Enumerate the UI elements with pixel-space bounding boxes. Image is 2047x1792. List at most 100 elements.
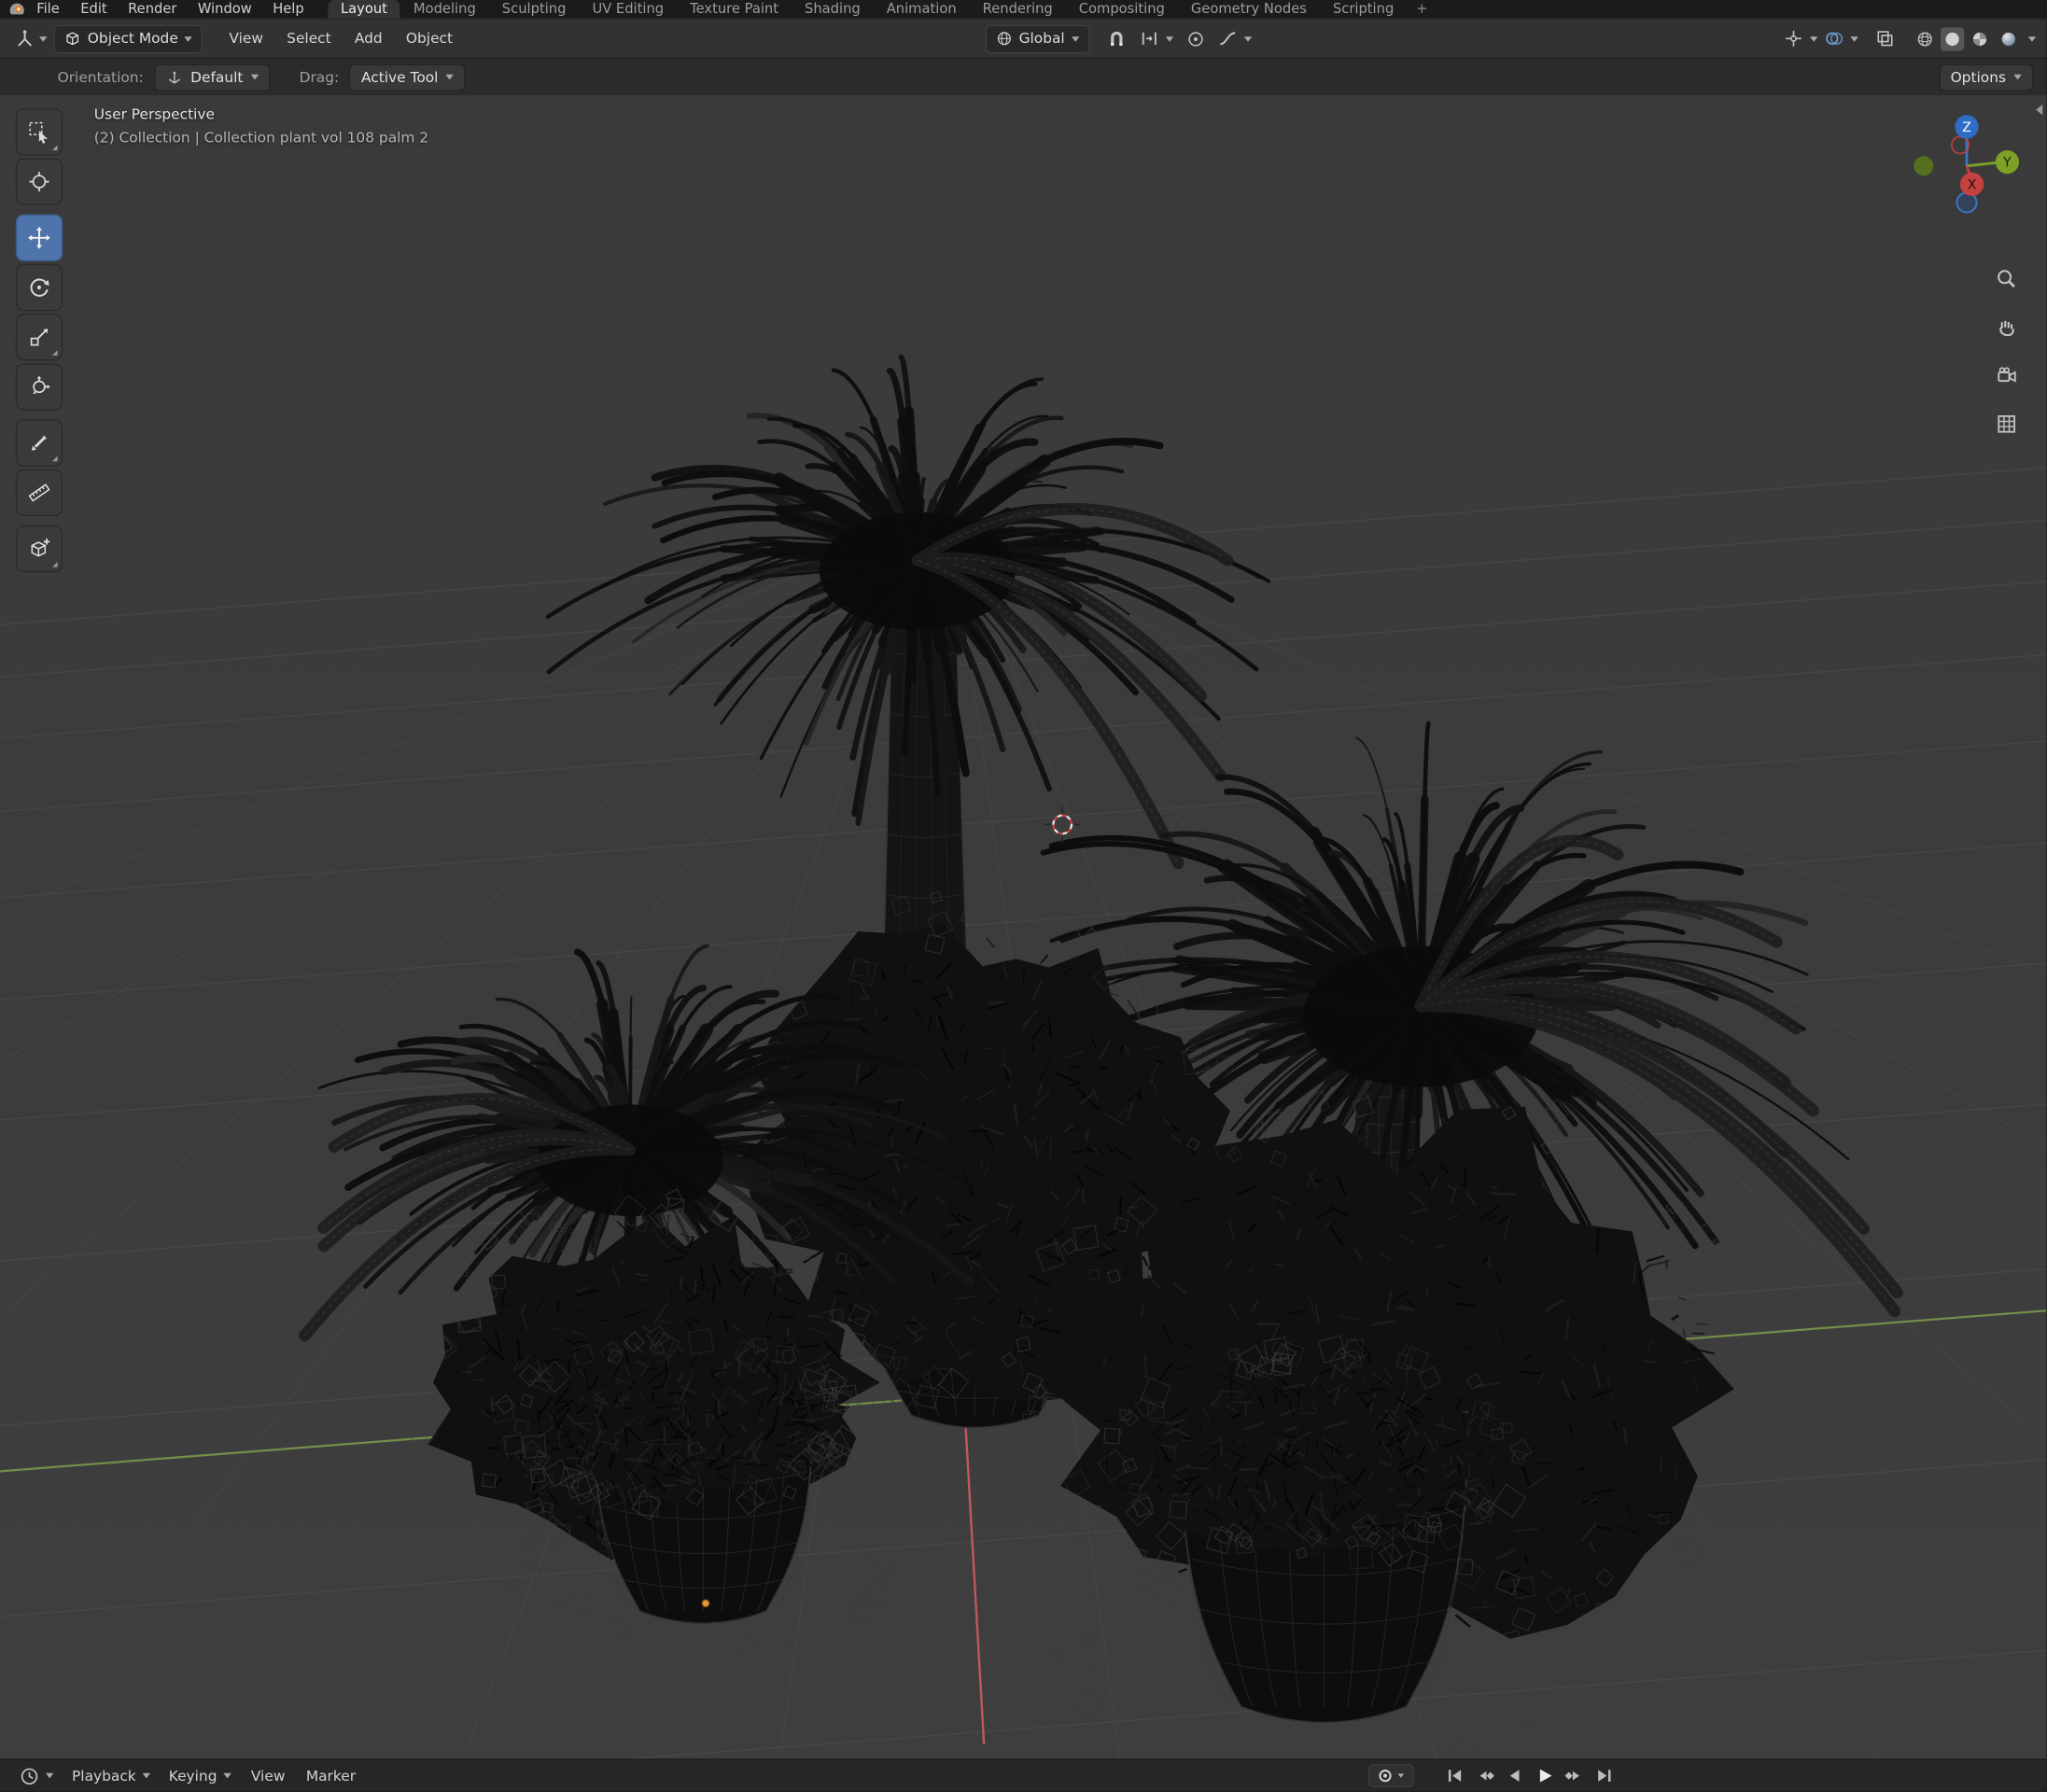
tool-select-box[interactable] (15, 108, 63, 156)
proportional-circle-icon (1188, 31, 1203, 46)
tool-rotate[interactable] (15, 263, 63, 312)
menu-add[interactable]: Add (344, 30, 393, 47)
viewport-scene[interactable] (0, 95, 2047, 1759)
blender-logo-icon[interactable] (7, 1, 26, 14)
tool-shelf (15, 108, 63, 573)
jump-to-start-button[interactable] (1443, 1764, 1466, 1787)
show-overlays-toggle[interactable] (1820, 24, 1847, 53)
orientation-select[interactable]: Default (153, 63, 271, 91)
tool-settings-bar: Orientation: Default Drag: Active Tool O… (0, 57, 2047, 96)
transform-orientation-label: Global (1018, 30, 1065, 48)
timeline-menu-marker[interactable]: Marker (296, 1768, 367, 1785)
menu-object[interactable]: Object (396, 30, 464, 47)
chevron-down-icon (445, 74, 455, 80)
proportional-editing-toggle[interactable] (1183, 24, 1209, 53)
tool-move[interactable] (15, 214, 63, 261)
tab-geometry-nodes[interactable]: Geometry Nodes (1178, 0, 1320, 19)
menu-file[interactable]: File (26, 1, 70, 17)
tab-animation[interactable]: Animation (874, 0, 970, 19)
chevron-down-icon (1165, 35, 1173, 42)
topbar: File Edit Render Window Help Layout Mode… (0, 0, 2047, 19)
prev-keyframe-button[interactable] (1473, 1764, 1496, 1787)
tool-add-cube[interactable] (15, 525, 63, 573)
menu-edit[interactable]: Edit (70, 1, 118, 17)
keying-menu[interactable]: Keying (160, 1768, 241, 1785)
shading-rendered-button[interactable] (1996, 24, 2022, 53)
snap-magnet-toggle[interactable] (1102, 24, 1129, 53)
tab-rendering[interactable]: Rendering (970, 0, 1066, 19)
tab-shading[interactable]: Shading (792, 0, 874, 19)
chevron-down-icon (1071, 35, 1080, 42)
chevron-down-icon (250, 74, 259, 80)
jump-to-end-button[interactable] (1593, 1764, 1617, 1787)
mode-select[interactable]: Object Mode (53, 23, 203, 53)
chevron-down-icon[interactable] (1850, 35, 1858, 42)
next-keyframe-button[interactable] (1563, 1764, 1586, 1787)
editor-3d-viewport-icon (18, 29, 33, 46)
subtool-corner-icon (52, 455, 58, 462)
shading-material-button[interactable] (1967, 24, 1993, 53)
options-button[interactable]: Options (1938, 63, 2034, 91)
mode-label: Object Mode (87, 30, 178, 48)
perspective-grid-icon (1997, 414, 2015, 432)
camera-view-button[interactable] (1989, 358, 2023, 392)
measure-ruler-icon (28, 483, 50, 502)
drag-label: Drag: (299, 68, 340, 86)
collapse-region-arrow-icon[interactable] (2036, 105, 2043, 116)
menu-help[interactable]: Help (262, 1, 315, 17)
playback-menu[interactable]: Playback (63, 1768, 160, 1785)
chevron-down-icon[interactable] (2027, 35, 2037, 42)
subtool-corner-icon (52, 145, 58, 150)
tool-cursor[interactable] (15, 158, 63, 205)
magnifier-icon (1997, 269, 2015, 287)
menu-render[interactable]: Render (118, 1, 188, 17)
chevron-down-icon (142, 1772, 151, 1779)
tool-annotate[interactable] (15, 419, 63, 467)
add-workspace-button[interactable]: + (1407, 0, 1437, 19)
toggle-xray-button[interactable] (1872, 24, 1899, 53)
menu-window[interactable]: Window (188, 1, 262, 17)
timeline-editor-type-button[interactable] (10, 1766, 63, 1785)
tab-compositing[interactable]: Compositing (1066, 0, 1178, 19)
tab-uv-editing[interactable]: UV Editing (579, 0, 677, 19)
pan-button[interactable] (1989, 310, 2023, 343)
editor-type-button[interactable] (10, 24, 50, 53)
gizmo-axis-neg-y[interactable] (1914, 156, 1934, 176)
toggle-ortho-button[interactable] (1989, 406, 2023, 440)
globe-icon (997, 32, 1011, 46)
gizmo-y-label: Y (2002, 156, 2012, 171)
play-button[interactable] (1533, 1764, 1556, 1787)
auto-keying-toggle[interactable] (1367, 1764, 1414, 1788)
drag-select[interactable]: Active Tool (349, 63, 466, 91)
axis-navigation-gizmo[interactable]: Z Y X (1912, 108, 2022, 218)
timeline-menu-view[interactable]: View (241, 1768, 296, 1785)
transform-orientation-select[interactable]: Global (985, 23, 1090, 53)
xray-icon (1877, 31, 1893, 47)
tab-modeling[interactable]: Modeling (400, 0, 489, 19)
tool-transform[interactable] (15, 363, 63, 411)
gizmos-icon (1786, 30, 1802, 47)
tab-texture-paint[interactable]: Texture Paint (677, 0, 792, 19)
tool-scale[interactable] (15, 314, 63, 361)
prev-frame-button[interactable] (1503, 1764, 1526, 1787)
gizmo-z-label: Z (1962, 120, 1971, 135)
zoom-button[interactable] (1989, 261, 2023, 295)
3d-viewport[interactable]: User Perspective (2) Collection | Collec… (0, 95, 2047, 1759)
subtool-corner-icon (52, 350, 58, 356)
keying-label: Keying (168, 1767, 217, 1785)
snap-settings-select[interactable] (1132, 24, 1179, 53)
shading-solid-button[interactable] (1941, 26, 1965, 50)
tab-scripting[interactable]: Scripting (1320, 0, 1407, 19)
proportional-falloff-select[interactable] (1211, 24, 1257, 53)
menu-view[interactable]: View (218, 30, 273, 47)
magnet-icon (1110, 31, 1123, 46)
tool-measure[interactable] (15, 469, 63, 516)
playback-label: Playback (72, 1767, 136, 1785)
menu-select[interactable]: Select (276, 30, 342, 47)
tab-sculpting[interactable]: Sculpting (489, 0, 580, 19)
chevron-down-icon[interactable] (1810, 35, 1818, 42)
camera-icon (1997, 366, 2016, 382)
show-gizmos-toggle[interactable] (1780, 24, 1807, 53)
tab-layout[interactable]: Layout (327, 0, 400, 19)
shading-wireframe-button[interactable] (1912, 24, 1938, 53)
